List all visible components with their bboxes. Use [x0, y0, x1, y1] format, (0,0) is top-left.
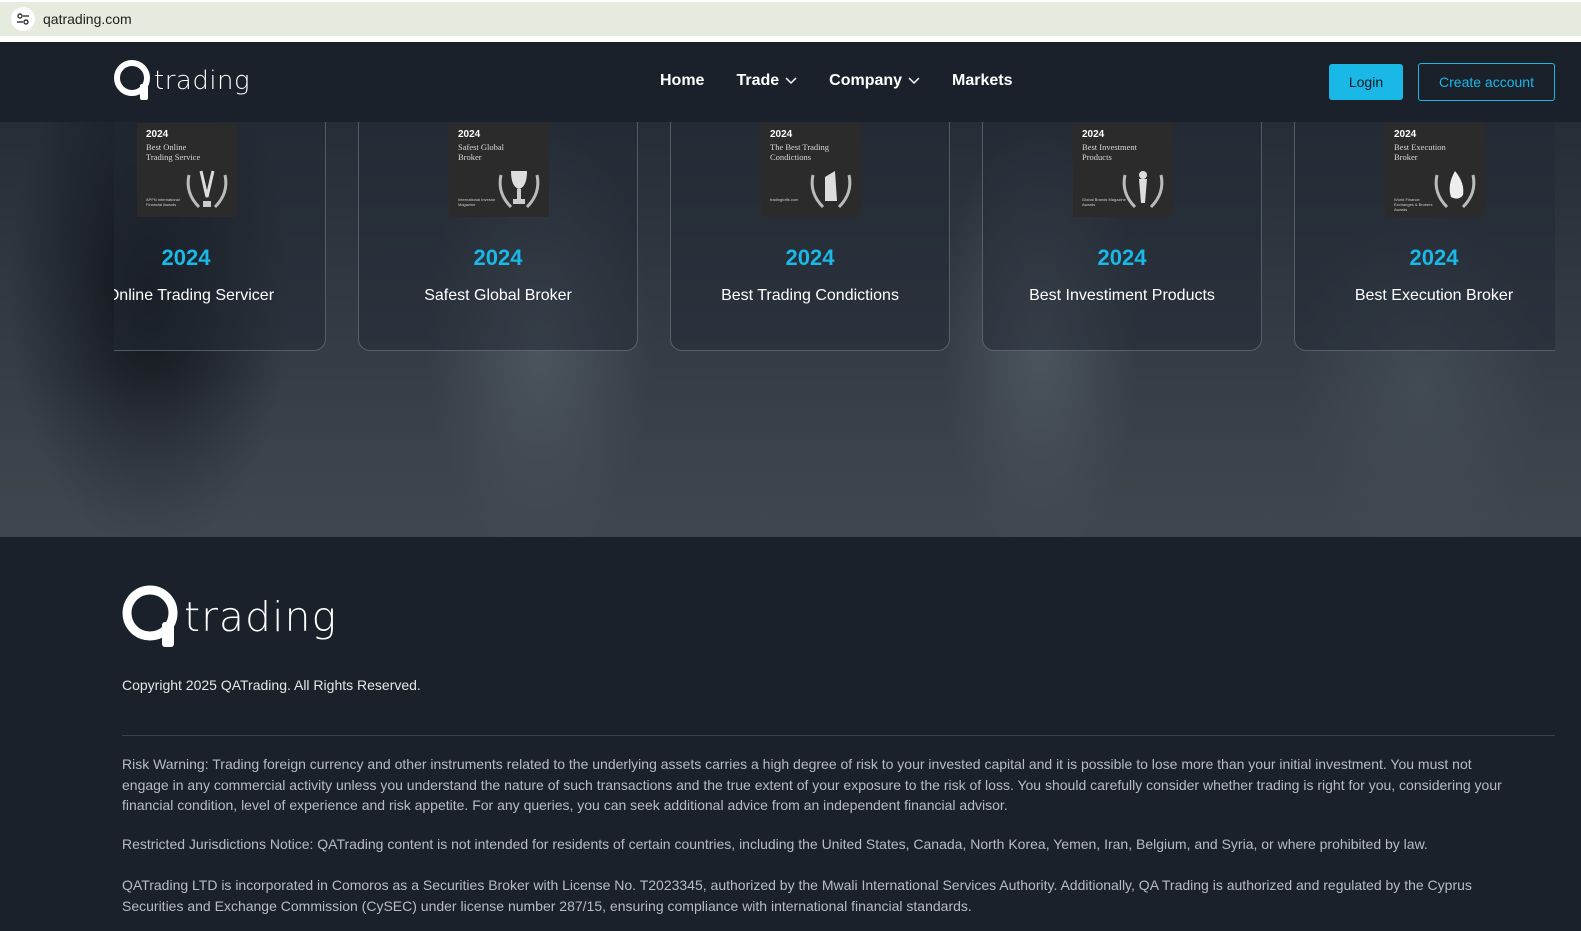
restricted-jurisdictions-text: Restricted Jurisdictions Notice: QATradi…	[122, 836, 1428, 852]
badge-name: Best Execution Broker	[1394, 142, 1446, 162]
trophy-wreath-icon	[186, 170, 228, 209]
award-year: 2024	[1097, 245, 1147, 270]
award-card: 2024 Best Online Trading Service APFN In…	[114, 122, 326, 351]
nav-home[interactable]: Home	[660, 72, 704, 90]
award-card: 2024 Safest Global Broker International …	[358, 122, 638, 351]
badge-name: Best Online Trading Service	[146, 142, 201, 162]
footer-logo[interactable]: trading	[122, 585, 337, 649]
copyright-text: Copyright 2025 QATrading. All Rights Res…	[122, 677, 421, 693]
site-footer: trading Copyright 2025 QATrading. All Ri…	[0, 537, 1581, 931]
qa-logo-icon	[114, 60, 150, 100]
nav-markets[interactable]: Markets	[952, 72, 1012, 90]
risk-warning-text: Risk Warning: Trading foreign currency a…	[122, 756, 1502, 813]
footer-logo-text: trading	[184, 593, 338, 641]
badge-year: 2024	[1394, 129, 1417, 140]
nav-company[interactable]: Company	[829, 72, 920, 90]
create-account-button[interactable]: Create account	[1418, 63, 1555, 101]
badge-name: The Best Trading Condictions	[770, 142, 830, 162]
main-nav: Home Trade Company Markets	[660, 72, 1045, 90]
award-card: 2024 Best Investment Products Global Bra…	[982, 122, 1262, 351]
award-badge-image: 2024 Safest Global Broker International …	[449, 123, 549, 217]
trophy-wreath-icon	[498, 171, 540, 209]
incorporation-text: QATrading LTD is incorporated in Comoros…	[122, 877, 1472, 914]
award-badge-image: 2024 Best Execution Broker World Finance…	[1385, 123, 1485, 217]
site-info-icon[interactable]	[11, 7, 35, 31]
award-title: Best Execution Broker	[1354, 287, 1514, 304]
qa-logo-icon	[122, 585, 178, 647]
login-button[interactable]: Login	[1329, 64, 1403, 100]
awards-section: 2024 Best Online Trading Service APFN In…	[0, 122, 1581, 537]
badge-year: 2024	[146, 129, 169, 140]
trophy-wreath-icon	[810, 171, 852, 209]
award-year: 2024	[785, 245, 835, 270]
trophy-wreath-icon	[1122, 171, 1164, 209]
hero-background-image	[0, 372, 1581, 537]
chevron-down-icon	[785, 77, 797, 85]
award-title: t Online Trading Servicer	[114, 287, 275, 304]
badge-year: 2024	[1082, 129, 1105, 140]
browser-address-bar: qatrading.com	[0, 0, 1581, 42]
badge-name: Best Investment Products	[1082, 142, 1138, 162]
award-title: Safest Global Broker	[424, 287, 572, 304]
award-year: 2024	[161, 245, 211, 270]
award-year: 2024	[1409, 245, 1459, 270]
badge-year: 2024	[770, 129, 793, 140]
url-text[interactable]: qatrading.com	[43, 11, 132, 27]
award-card: 2024 The Best Trading Condictions tradin…	[670, 122, 950, 351]
award-badge-image: 2024 Best Investment Products Global Bra…	[1073, 123, 1173, 217]
logo-text: trading	[154, 66, 251, 96]
footer-divider	[122, 735, 1555, 736]
awards-carousel[interactable]: 2024 Best Online Trading Service APFN In…	[114, 122, 1555, 362]
award-title: Best Trading Condictions	[721, 287, 899, 304]
award-title: Best Investiment Products	[1029, 287, 1215, 304]
header-logo[interactable]: trading	[114, 60, 250, 102]
award-badge-image: 2024 Best Online Trading Service APFN In…	[137, 123, 237, 217]
chevron-down-icon	[908, 77, 920, 85]
nav-trade[interactable]: Trade	[736, 72, 797, 90]
trophy-wreath-icon	[1434, 171, 1476, 209]
award-year: 2024	[473, 245, 523, 270]
award-badge-image: 2024 The Best Trading Condictions tradin…	[761, 123, 861, 217]
badge-year: 2024	[458, 129, 481, 140]
badge-name: Safest Global Broker	[458, 142, 505, 162]
site-header: trading Home Trade Company Markets Login…	[0, 42, 1581, 122]
award-card: 2024 Best Execution Broker World Finance…	[1294, 122, 1555, 351]
